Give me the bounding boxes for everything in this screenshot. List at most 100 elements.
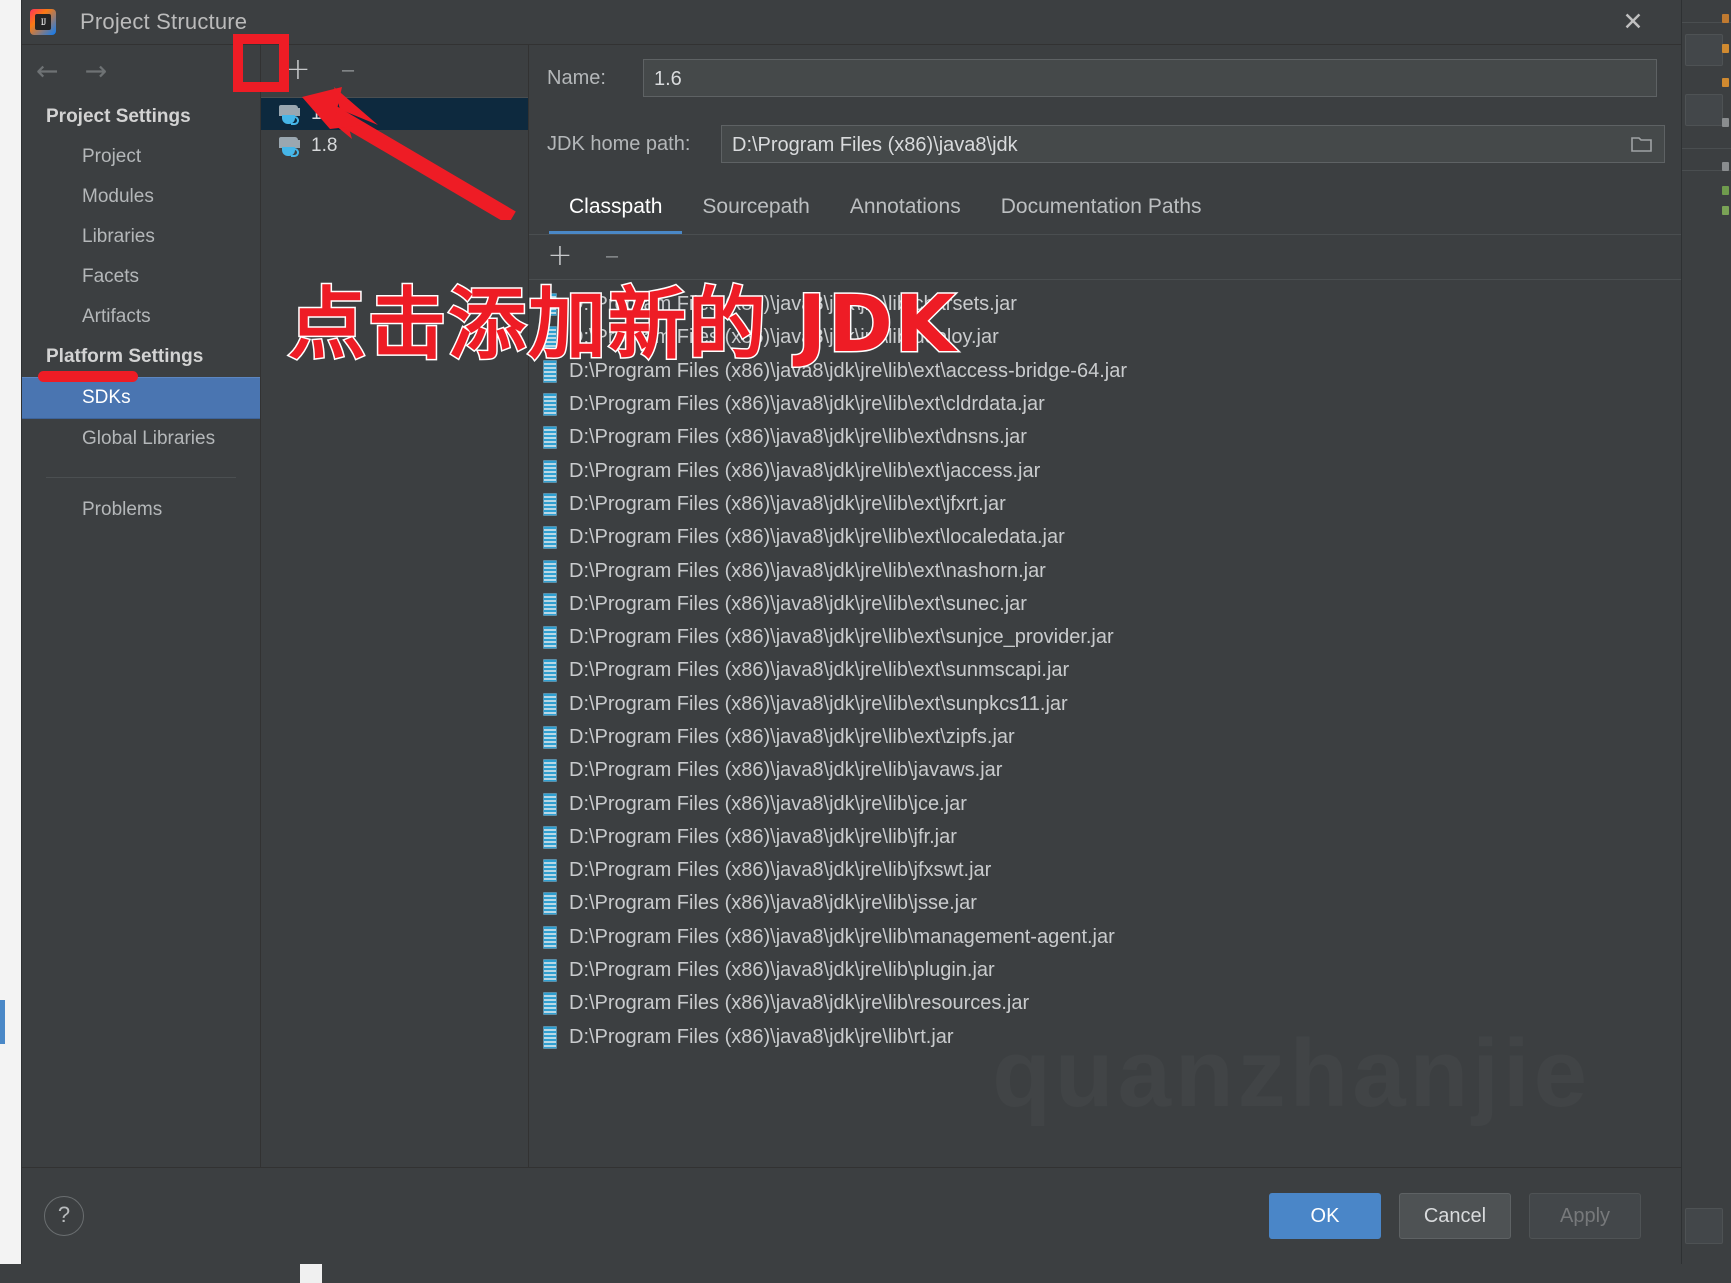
classpath-row[interactable]: D:\Program Files (x86)\java8\jdk\jre\lib… <box>529 288 1681 321</box>
classpath-row[interactable]: D:\Program Files (x86)\java8\jdk\jre\lib… <box>529 654 1681 687</box>
sdk-list-item-1-8[interactable]: 1.8 <box>261 130 528 162</box>
jar-file-icon <box>543 426 557 450</box>
dialog-footer: ? OK Cancel Apply <box>22 1167 1681 1264</box>
classpath-entry-label: D:\Program Files (x86)\java8\jdk\jre\lib… <box>569 992 1030 1015</box>
jar-file-icon <box>543 592 557 616</box>
intellij-logo-icon: IJ <box>30 9 56 35</box>
sidebar-item-artifacts[interactable]: Artifacts <box>22 297 260 337</box>
jdk-home-path-row: JDK home path: D:\Program Files (x86)\ja… <box>529 125 1681 163</box>
classpath-row[interactable]: D:\Program Files (x86)\java8\jdk\jre\lib… <box>529 921 1681 954</box>
classpath-row[interactable]: D:\Program Files (x86)\java8\jdk\jre\lib… <box>529 421 1681 454</box>
classpath-row[interactable]: D:\Program Files (x86)\java8\jdk\jre\lib… <box>529 454 1681 487</box>
tab-annotations[interactable]: Annotations <box>830 189 981 234</box>
sidebar-item-sdks[interactable]: SDKs <box>22 377 260 419</box>
ok-button[interactable]: OK <box>1269 1193 1381 1239</box>
sdk-list-item-label: 1.6 <box>311 103 338 124</box>
classpath-row[interactable]: D:\Program Files (x86)\java8\jdk\jre\lib… <box>529 887 1681 920</box>
jar-file-icon <box>543 526 557 550</box>
background-right-strip <box>1680 0 1731 1283</box>
jar-file-icon <box>543 992 557 1016</box>
classpath-row[interactable]: D:\Program Files (x86)\java8\jdk\jre\lib… <box>529 521 1681 554</box>
classpath-row[interactable]: D:\Program Files (x86)\java8\jdk\jre\lib… <box>529 754 1681 787</box>
jar-file-icon <box>543 459 557 483</box>
jar-file-icon <box>543 726 557 749</box>
classpath-entry-label: D:\Program Files (x86)\java8\jdk\jre\lib… <box>569 492 1006 515</box>
jar-file-icon <box>543 626 557 650</box>
classpath-entry-label: D:\Program Files (x86)\java8\jdk\jre\lib… <box>569 892 977 915</box>
classpath-row[interactable]: D:\Program Files (x86)\java8\jdk\jre\lib… <box>529 987 1681 1020</box>
sidebar-item-global-libraries[interactable]: Global Libraries <box>22 419 260 459</box>
jdk-icon <box>279 136 301 157</box>
jar-file-icon <box>543 293 557 317</box>
sdk-name-input[interactable]: 1.6 <box>643 59 1657 97</box>
classpath-row[interactable]: D:\Program Files (x86)\java8\jdk\jre\lib… <box>529 688 1681 721</box>
jar-file-icon <box>543 659 557 683</box>
dialog-title: Project Structure <box>80 9 248 34</box>
classpath-entry-label: D:\Program Files (x86)\java8\jdk\jre\lib… <box>569 393 1045 416</box>
sidebar-item-facets[interactable]: Facets <box>22 257 260 297</box>
classpath-entry-label: D:\Program Files (x86)\java8\jdk\jre\lib… <box>569 792 967 815</box>
tab-classpath[interactable]: Classpath <box>549 189 683 234</box>
classpath-row[interactable]: D:\Program Files (x86)\java8\jdk\jre\lib… <box>529 355 1681 388</box>
classpath-row[interactable]: D:\Program Files (x86)\java8\jdk\jre\lib… <box>529 1021 1681 1054</box>
nav-history-controls: ← → <box>22 45 260 97</box>
dialog-body: ← → Project Settings Project Modules Lib… <box>22 45 1681 1167</box>
remove-sdk-button[interactable]: – <box>331 55 365 87</box>
help-button[interactable]: ? <box>44 1196 84 1236</box>
tab-sourcepath[interactable]: Sourcepath <box>682 189 829 234</box>
classpath-entry-label: D:\Program Files (x86)\java8\jdk\jre\lib… <box>569 726 1015 748</box>
sdk-list-item-1-6[interactable]: 1.6 <box>261 98 528 130</box>
dialog-title-bar: IJ Project Structure ✕ <box>22 0 1681 45</box>
classpath-entry-label: D:\Program Files (x86)\java8\jdk\jre\lib… <box>569 759 1003 782</box>
jar-file-icon <box>543 393 557 417</box>
classpath-entry-label: D:\Program Files (x86)\java8\jdk\jre\lib… <box>569 659 1070 682</box>
screen-root: IJ Project Structure ✕ ← → Project Setti… <box>0 0 1731 1283</box>
sidebar-item-project[interactable]: Project <box>22 137 260 177</box>
jar-file-icon <box>543 359 557 383</box>
forward-icon[interactable]: → <box>85 56 108 87</box>
classpath-row[interactable]: D:\Program Files (x86)\java8\jdk\jre\lib… <box>529 321 1681 354</box>
back-icon[interactable]: ← <box>36 56 59 87</box>
add-sdk-button[interactable]: + <box>281 55 315 87</box>
classpath-entry-label: D:\Program Files (x86)\java8\jdk\jre\lib… <box>569 426 1027 449</box>
add-classpath-button[interactable]: + <box>543 241 577 273</box>
close-icon[interactable]: ✕ <box>1617 8 1649 36</box>
jar-file-icon <box>543 892 557 916</box>
classpath-entry-label: D:\Program Files (x86)\java8\jdk\jre\lib… <box>569 592 1027 615</box>
classpath-row[interactable]: D:\Program Files (x86)\java8\jdk\jre\lib… <box>529 787 1681 820</box>
jdk-icon <box>279 104 301 125</box>
classpath-entry-label: D:\Program Files (x86)\java8\jdk\jre\lib… <box>569 1025 954 1048</box>
classpath-entry-label: D:\Program Files (x86)\java8\jdk\jre\lib… <box>569 692 1068 715</box>
classpath-row[interactable]: D:\Program Files (x86)\java8\jdk\jre\lib… <box>529 721 1681 754</box>
logo-letters: IJ <box>40 17 47 27</box>
classpath-entry-label: D:\Program Files (x86)\java8\jdk\jre\lib… <box>569 626 1114 649</box>
classpath-row[interactable]: D:\Program Files (x86)\java8\jdk\jre\lib… <box>529 854 1681 887</box>
jar-file-icon <box>543 692 557 716</box>
classpath-row[interactable]: D:\Program Files (x86)\java8\jdk\jre\lib… <box>529 588 1681 621</box>
classpath-row[interactable]: D:\Program Files (x86)\java8\jdk\jre\lib… <box>529 821 1681 854</box>
apply-button: Apply <box>1529 1193 1641 1239</box>
remove-classpath-button[interactable]: – <box>595 241 629 273</box>
jar-file-icon <box>543 492 557 516</box>
folder-icon[interactable] <box>1627 125 1657 163</box>
background-selection-marker <box>0 1000 5 1044</box>
jdk-home-path-input[interactable]: D:\Program Files (x86)\java8\jdk <box>721 125 1665 163</box>
classpath-row[interactable]: D:\Program Files (x86)\java8\jdk\jre\lib… <box>529 488 1681 521</box>
jar-file-icon <box>543 1025 557 1049</box>
classpath-row[interactable]: D:\Program Files (x86)\java8\jdk\jre\lib… <box>529 554 1681 587</box>
classpath-row[interactable]: D:\Program Files (x86)\java8\jdk\jre\lib… <box>529 388 1681 421</box>
classpath-list[interactable]: D:\Program Files (x86)\java8\jdk\jre\lib… <box>529 280 1681 1167</box>
sdk-list-item-label: 1.8 <box>311 135 338 156</box>
classpath-entry-label: D:\Program Files (x86)\java8\jdk\jre\lib… <box>569 959 995 982</box>
classpath-row[interactable]: D:\Program Files (x86)\java8\jdk\jre\lib… <box>529 954 1681 987</box>
jar-file-icon <box>543 792 557 816</box>
classpath-entry-label: D:\Program Files (x86)\java8\jdk\jre\lib… <box>569 559 1046 582</box>
cancel-button[interactable]: Cancel <box>1399 1193 1511 1239</box>
classpath-row[interactable]: D:\Program Files (x86)\java8\jdk\jre\lib… <box>529 621 1681 654</box>
tab-documentation-paths[interactable]: Documentation Paths <box>981 189 1222 234</box>
sidebar-item-problems[interactable]: Problems <box>22 490 260 530</box>
sidebar-item-libraries[interactable]: Libraries <box>22 217 260 257</box>
sidebar-item-modules[interactable]: Modules <box>22 177 260 217</box>
background-left-strip <box>0 0 22 1283</box>
jar-file-icon <box>543 759 557 783</box>
